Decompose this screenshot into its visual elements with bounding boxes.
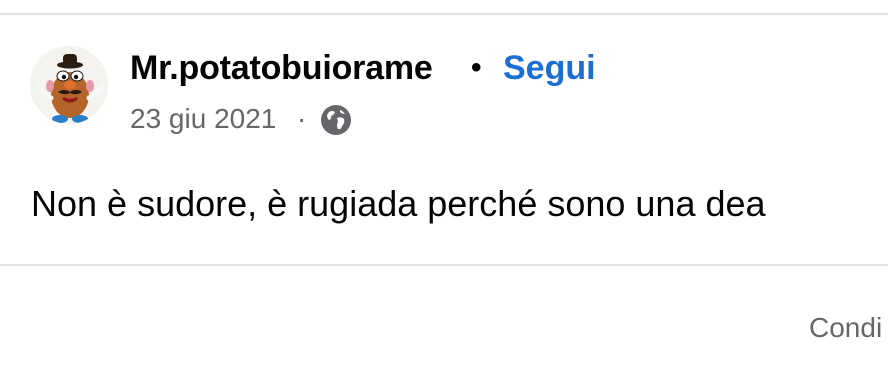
avatar[interactable] xyxy=(30,46,108,124)
globe-icon xyxy=(320,104,352,136)
mr-potato-head-avatar-icon xyxy=(30,46,108,124)
post-date[interactable]: 23 giu 2021 xyxy=(130,101,276,137)
follow-button[interactable]: Segui xyxy=(503,48,596,88)
top-divider xyxy=(0,13,888,15)
author-name[interactable]: Mr.potatobuiorame xyxy=(130,48,433,88)
post-text: Non è sudore, è rugiada perché sono una … xyxy=(31,183,766,224)
bottom-divider xyxy=(0,264,888,266)
meta-separator: · xyxy=(297,103,307,134)
separator-dot: • xyxy=(471,51,482,84)
conditions-link[interactable]: Condi xyxy=(809,310,882,346)
